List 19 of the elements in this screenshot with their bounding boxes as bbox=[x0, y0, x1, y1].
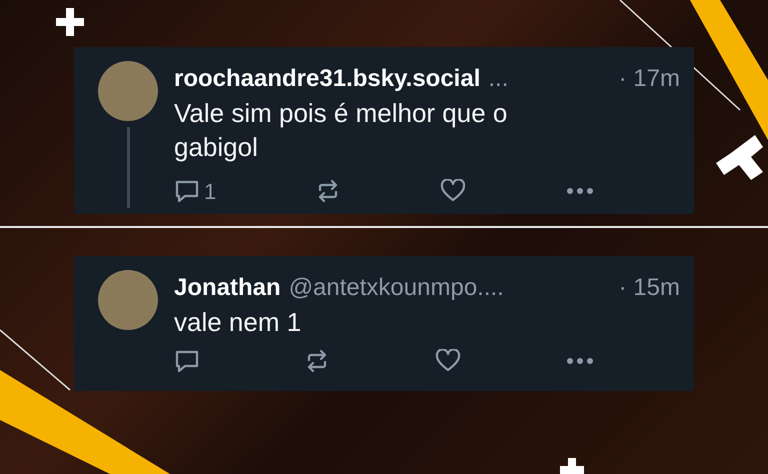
user-handle[interactable]: @antetxkounmpo.... bbox=[288, 270, 504, 306]
display-name[interactable]: Jonathan bbox=[174, 270, 281, 306]
post-time: · 17m bbox=[618, 64, 680, 94]
more-icon[interactable] bbox=[566, 357, 594, 366]
post-text: vale nem 1 bbox=[174, 306, 302, 339]
heart-icon[interactable] bbox=[434, 349, 461, 374]
cross-shape bbox=[560, 458, 584, 474]
cross-shape bbox=[716, 135, 763, 180]
reply-count: 1 bbox=[204, 178, 216, 206]
diagonal-line bbox=[0, 329, 70, 391]
heart-icon[interactable] bbox=[440, 179, 466, 204]
post-text: Vale sim pois é melhor que o gabigol bbox=[174, 97, 508, 164]
reply-icon[interactable] bbox=[174, 349, 200, 374]
user-handle[interactable]: ... bbox=[488, 61, 508, 97]
display-name[interactable]: roochaandre31.bsky.social bbox=[174, 61, 480, 97]
more-icon[interactable] bbox=[566, 187, 594, 196]
cross-shape bbox=[56, 8, 84, 36]
reply-icon[interactable] bbox=[174, 179, 200, 204]
post-time: · 15m bbox=[618, 272, 680, 303]
